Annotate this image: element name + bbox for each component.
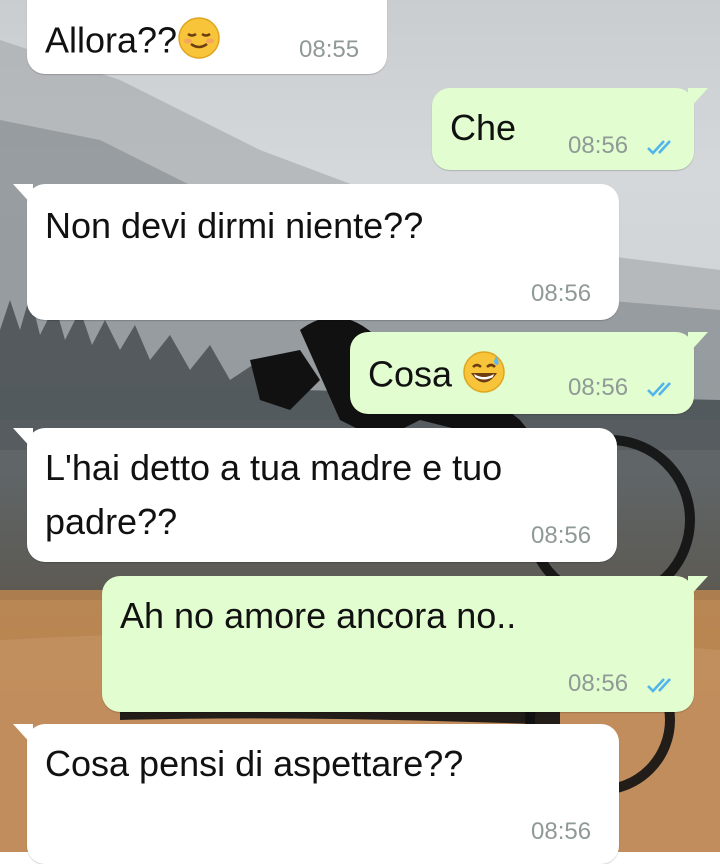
message-bubble-incoming[interactable]: Cosa pensi di aspettare?? 08:56 [13, 724, 619, 864]
message-timestamp: 08:55 [299, 36, 360, 63]
message-text: Allora?? [45, 16, 221, 70]
message-text-line-2: padre?? [45, 501, 178, 542]
grinning-sweat-face-icon [462, 350, 506, 404]
message-timestamp: 08:56 [531, 818, 592, 845]
message-timestamp: 08:56 [531, 280, 592, 307]
message-bubble-incoming[interactable]: L'hai detto a tua madre e tuo padre?? 08… [13, 428, 617, 562]
message-text: Cosa pensi di aspettare?? [45, 743, 464, 784]
message-timestamp: 08:56 [568, 132, 629, 159]
message-text: Ah no amore ancora no.. [120, 595, 517, 636]
message-timestamp: 08:56 [531, 522, 592, 549]
message-text-line-1: L'hai detto a tua madre e tuo [45, 447, 503, 488]
read-receipt-double-check-icon [647, 140, 671, 155]
message-timestamp: 08:56 [568, 670, 629, 697]
message-bubble-outgoing[interactable]: Che 08:56 [432, 88, 708, 170]
message-text: Cosa [368, 350, 506, 404]
message-bubble-outgoing[interactable]: Cosa 08:56 [350, 332, 708, 414]
message-bubble-incoming[interactable]: Non devi dirmi niente?? 08:56 [13, 184, 619, 320]
message-bubble-incoming[interactable]: Allora?? 08:55 [27, 0, 387, 74]
message-timestamp: 08:56 [568, 374, 629, 401]
read-receipt-double-check-icon [647, 678, 671, 693]
read-receipt-double-check-icon [647, 382, 671, 397]
message-bubble-outgoing[interactable]: Ah no amore ancora no.. 08:56 [102, 576, 708, 712]
message-text: Non devi dirmi niente?? [45, 205, 424, 246]
message-text: Che [450, 107, 517, 148]
relieved-face-icon [177, 16, 221, 70]
